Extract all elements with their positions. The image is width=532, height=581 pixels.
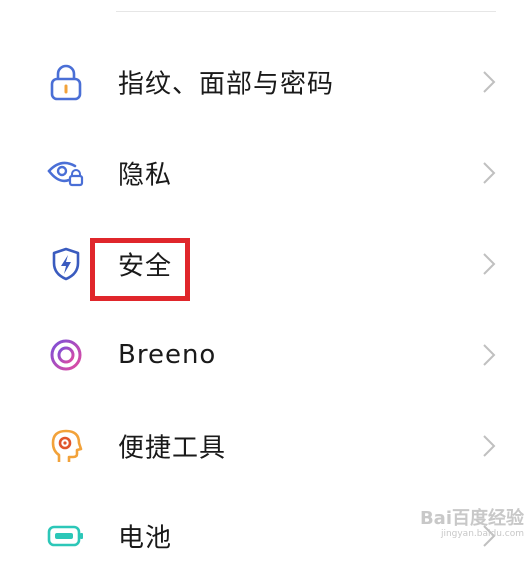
top-divider	[116, 11, 496, 12]
settings-item-label: 隐私	[118, 160, 173, 191]
settings-item-label: 指纹、面部与密码	[118, 69, 335, 100]
watermark: Bai百度经验 jingyan.baidu.com	[420, 510, 524, 539]
head-gear-icon	[44, 424, 88, 468]
highlight-box	[90, 238, 190, 301]
battery-icon	[44, 514, 88, 558]
settings-item-fingerprint-face-password[interactable]: 指纹、面部与密码	[0, 37, 532, 127]
shield-bolt-icon	[44, 242, 88, 286]
chevron-right-icon	[483, 71, 496, 93]
settings-item-privacy[interactable]: 隐私	[0, 128, 532, 218]
breeno-ring-icon	[44, 333, 88, 377]
chevron-right-icon	[483, 253, 496, 275]
settings-item-label: 便捷工具	[118, 433, 227, 464]
chevron-right-icon	[483, 435, 496, 457]
settings-item-label: Breeno	[118, 340, 217, 370]
settings-item-security[interactable]: 安全	[0, 219, 532, 309]
settings-item-breeno[interactable]: Breeno	[0, 310, 532, 400]
watermark-sub: jingyan.baidu.com	[440, 529, 524, 539]
lock-icon	[44, 60, 88, 104]
chevron-right-icon	[483, 344, 496, 366]
settings-item-convenience-tools[interactable]: 便捷工具	[0, 401, 532, 491]
watermark-main: Bai百度经验	[419, 508, 524, 529]
eye-lock-icon	[44, 151, 88, 195]
chevron-right-icon	[483, 162, 496, 184]
